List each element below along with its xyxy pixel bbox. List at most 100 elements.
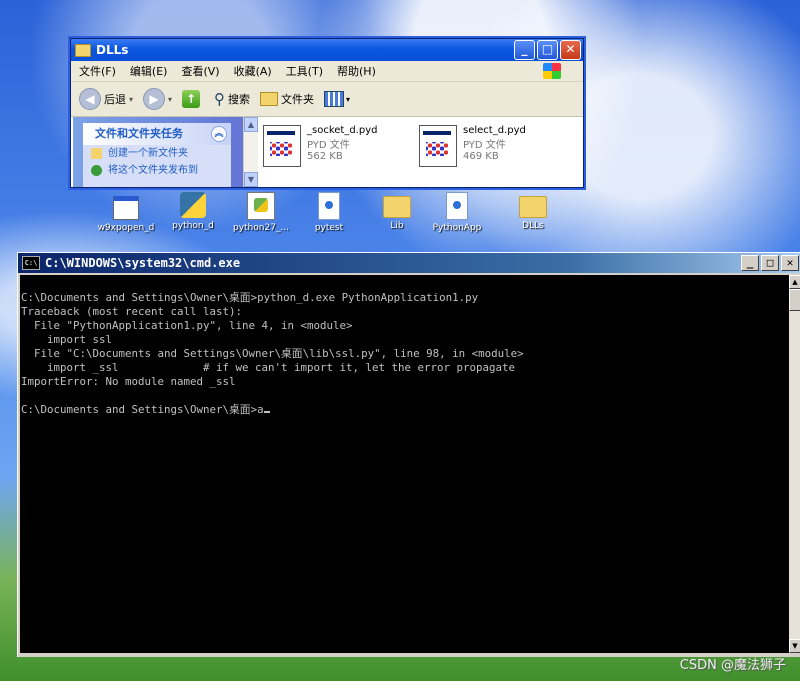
- views-icon: [324, 91, 345, 107]
- python-icon: [180, 192, 206, 218]
- cmd-minimize-button[interactable]: _: [741, 255, 759, 271]
- folders-label: 文件夹: [281, 93, 315, 106]
- desktop-icon-label: python27_...: [232, 223, 290, 233]
- folder-icon: [519, 196, 547, 218]
- pyd-file-icon: [263, 125, 301, 167]
- explorer-title-bar[interactable]: DLLs _ □ ✕: [71, 39, 583, 61]
- back-arrow-icon: ◀: [79, 88, 101, 110]
- menu-tools[interactable]: 工具(T): [286, 63, 323, 79]
- task-new-folder[interactable]: 创建一个新文件夹: [83, 145, 231, 162]
- explorer-toolbar: ◀ 后退 ▾ ▶ ▾ ↑ ⚲ 搜索 文件夹 ▾: [71, 82, 583, 117]
- desktop-icon-label: Lib: [390, 221, 404, 231]
- file-tasks-header[interactable]: 文件和文件夹任务 ︽: [83, 123, 231, 145]
- file-type: PYD 文件: [307, 140, 350, 151]
- cmd-maximize-button[interactable]: □: [761, 255, 779, 271]
- console-line: Traceback (most recent call last):: [21, 305, 243, 318]
- file-item[interactable]: _socket_d.pyd PYD 文件 562 KB: [263, 125, 377, 167]
- csdn-watermark: CSDN @魔法狮子: [679, 658, 786, 673]
- menu-favorites[interactable]: 收藏(A): [234, 63, 272, 79]
- search-button[interactable]: ⚲ 搜索: [214, 90, 250, 108]
- python-dll-icon: [247, 192, 275, 220]
- console-prompt: C:\Documents and Settings\Owner\桌面>a: [21, 403, 264, 416]
- windows-logo-icon: [543, 63, 561, 79]
- desktop-icon-python27[interactable]: python27_...: [226, 192, 296, 233]
- desktop-icon-python-d[interactable]: python_d: [158, 192, 228, 231]
- close-button[interactable]: ✕: [560, 40, 581, 60]
- folder-icon: [383, 196, 411, 218]
- minimize-button[interactable]: _: [514, 40, 535, 60]
- explorer-menu-bar: 文件(F) 编辑(E) 查看(V) 收藏(A) 工具(T) 帮助(H): [71, 61, 583, 82]
- back-dropdown-icon[interactable]: ▾: [129, 95, 133, 104]
- scroll-down-arrow-icon[interactable]: ▼: [244, 172, 258, 187]
- desktop-icon-pytest[interactable]: pytest: [294, 192, 364, 233]
- explorer-title: DLLs: [96, 43, 129, 57]
- cmd-scroll-down-icon[interactable]: ▼: [789, 639, 800, 653]
- file-type: PYD 文件: [463, 140, 506, 151]
- task-publish-folder[interactable]: 将这个文件夹发布到: [83, 162, 231, 179]
- cmd-icon: C:\: [22, 256, 40, 270]
- up-button[interactable]: ↑: [182, 90, 204, 108]
- console-line: import ssl: [21, 333, 113, 346]
- desktop-icon-w9xpopen[interactable]: w9xpopen_d: [91, 192, 161, 233]
- console-line: File "PythonApplication1.py", line 4, in…: [21, 319, 353, 332]
- forward-dropdown-icon[interactable]: ▾: [168, 95, 172, 104]
- up-folder-icon: ↑: [182, 90, 201, 108]
- task-new-folder-label: 创建一个新文件夹: [108, 148, 188, 159]
- explorer-window[interactable]: DLLs _ □ ✕ 文件(F) 编辑(E) 查看(V) 收藏(A) 工具(T)…: [70, 38, 584, 188]
- search-icon: ⚲: [214, 90, 226, 108]
- desktop-icon-label: DLLs: [522, 221, 544, 231]
- file-size: 469 KB: [463, 151, 499, 162]
- views-button[interactable]: ▾: [324, 91, 350, 107]
- scroll-up-arrow-icon[interactable]: ▲: [244, 117, 258, 132]
- desktop-icon-label: pytest: [314, 223, 344, 233]
- new-folder-icon: [91, 148, 102, 159]
- file-name: select_d.pyd: [463, 125, 526, 136]
- forward-arrow-icon: ▶: [143, 88, 166, 110]
- desktop-icon-dlls[interactable]: DLLs: [498, 192, 568, 231]
- file-item[interactable]: select_d.pyd PYD 文件 469 KB: [419, 125, 526, 167]
- task-publish-label: 将这个文件夹发布到: [108, 165, 198, 176]
- pyd-file-icon: [419, 125, 457, 167]
- text-cursor: [263, 411, 270, 413]
- document-icon: [318, 192, 340, 220]
- cmd-close-button[interactable]: ✕: [781, 255, 799, 271]
- folder-icon: [75, 43, 91, 57]
- menu-edit[interactable]: 编辑(E): [130, 63, 168, 79]
- forward-button[interactable]: ▶ ▾: [143, 88, 172, 110]
- console-line: File "C:\Documents and Settings\Owner\桌面…: [21, 347, 524, 360]
- maximize-button[interactable]: □: [537, 40, 558, 60]
- desktop-icon-pythonapp[interactable]: PythonApp: [422, 192, 492, 233]
- console-line: ImportError: No module named _ssl: [21, 375, 236, 388]
- exe-icon: [113, 196, 139, 220]
- file-tasks-title: 文件和文件夹任务: [95, 127, 183, 140]
- folders-icon: [260, 92, 279, 106]
- cmd-window[interactable]: C:\ C:\WINDOWS\system32\cmd.exe _ □ ✕ C:…: [17, 252, 800, 657]
- back-button[interactable]: ◀ 后退 ▾: [79, 88, 133, 110]
- menu-view[interactable]: 查看(V): [181, 63, 219, 79]
- cmd-title-bar[interactable]: C:\ C:\WINDOWS\system32\cmd.exe _ □ ✕: [18, 253, 800, 273]
- task-pane: 文件和文件夹任务 ︽ 创建一个新文件夹 将这个文件夹发布到: [73, 117, 243, 187]
- cmd-scrollbar[interactable]: ▲ ▼: [789, 275, 800, 653]
- cmd-scroll-up-icon[interactable]: ▲: [789, 275, 800, 289]
- document-icon: [446, 192, 468, 220]
- desktop-icon-label: PythonApp: [432, 223, 482, 233]
- console-output[interactable]: C:\Documents and Settings\Owner\桌面>pytho…: [20, 275, 789, 653]
- explorer-content: 文件和文件夹任务 ︽ 创建一个新文件夹 将这个文件夹发布到 ▲ ▼ _socke…: [71, 117, 583, 187]
- console-line: C:\Documents and Settings\Owner\桌面>pytho…: [21, 291, 479, 304]
- console-line: import _ssl # if we can't import it, let…: [21, 361, 516, 374]
- cmd-scroll-thumb[interactable]: [789, 289, 800, 311]
- desktop-icon-label: w9xpopen_d: [97, 223, 155, 233]
- folders-button[interactable]: 文件夹: [260, 91, 314, 107]
- globe-icon: [91, 165, 102, 176]
- menu-file[interactable]: 文件(F): [79, 63, 116, 79]
- views-dropdown-icon: ▾: [346, 94, 351, 104]
- menu-help[interactable]: 帮助(H): [337, 63, 376, 79]
- collapse-chevron-icon[interactable]: ︽: [211, 126, 227, 142]
- file-tasks-panel: 文件和文件夹任务 ︽ 创建一个新文件夹 将这个文件夹发布到: [83, 123, 231, 187]
- desktop-icon-label: python_d: [172, 221, 214, 231]
- console-prompt-line[interactable]: C:\Documents and Settings\Owner\桌面>a: [20, 403, 789, 417]
- file-size: 562 KB: [307, 151, 343, 162]
- cmd-title: C:\WINDOWS\system32\cmd.exe: [45, 256, 241, 270]
- task-pane-scrollbar[interactable]: ▲ ▼: [243, 117, 258, 187]
